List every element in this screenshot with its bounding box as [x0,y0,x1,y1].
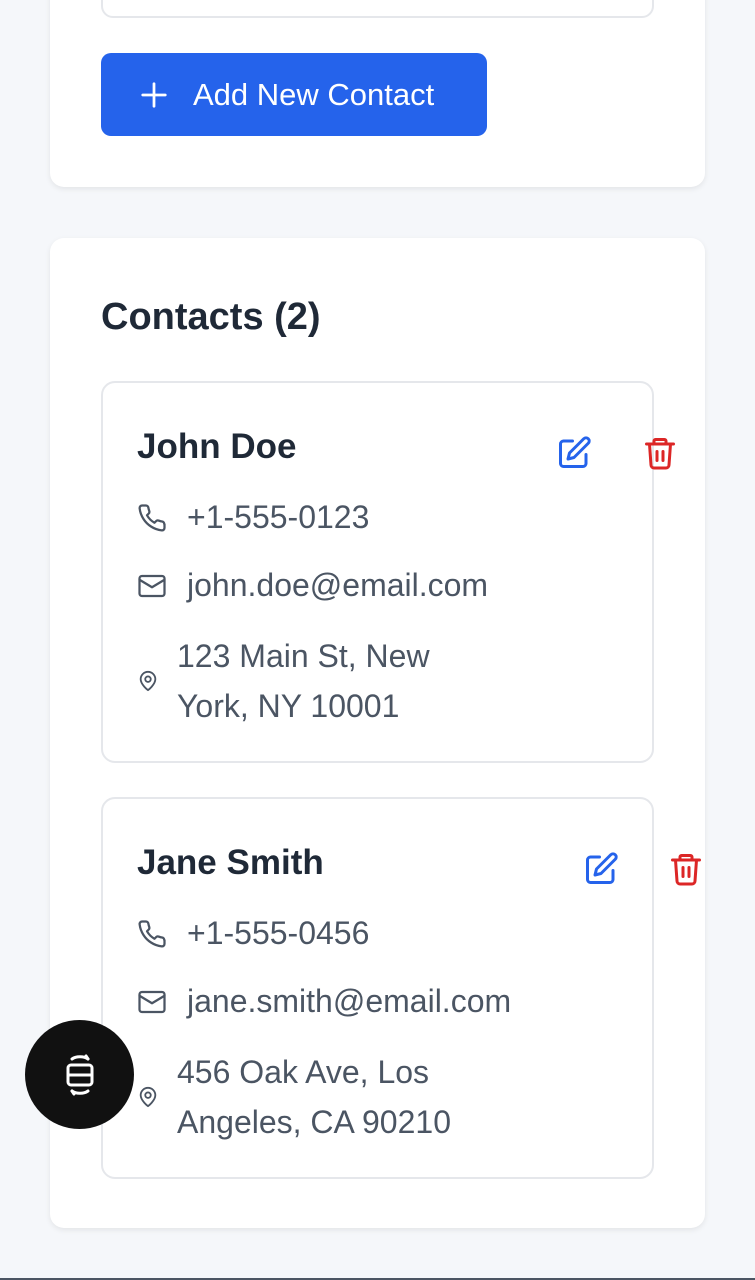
delete-contact-button[interactable] [666,849,706,889]
contacts-list-card: Contacts (2) John Doe +1-555-0123 john.d… [50,238,705,1228]
plus-icon [141,81,167,108]
add-new-contact-label: Add New Contact [193,76,435,112]
edit-icon [586,852,618,884]
map-pin-icon [139,670,157,692]
contact-card: John Doe +1-555-0123 john.doe@email.com … [101,381,675,763]
edit-contact-button[interactable] [554,433,594,473]
contact-address-row: 456 Oak Ave, Los Angeles, CA 90210 [137,1047,477,1147]
contact-card: Jane Smith +1-555-0456 jane.smith@email.… [101,797,701,1179]
contact-email-row: jane.smith@email.com [137,983,511,1020]
map-pin-icon [139,1086,157,1108]
contact-phone-row: +1-555-0456 [137,915,369,952]
contacts-title: Contacts (2) [101,296,321,338]
screen-rotate-icon [66,1054,93,1095]
contact-phone: +1-555-0123 [187,499,370,535]
contact-address: 456 Oak Ave, Los Angeles, CA 90210 [177,1054,451,1140]
contact-name: Jane Smith [137,843,324,882]
contact-name: John Doe [137,427,297,466]
form-input-field[interactable] [101,0,654,18]
contact-phone-row: +1-555-0123 [137,499,369,536]
edit-contact-button[interactable] [581,849,621,889]
trash-icon [645,438,675,470]
screen-rotate-button[interactable] [25,1020,134,1129]
contact-email-row: john.doe@email.com [137,567,488,604]
delete-contact-button[interactable] [640,433,680,473]
add-new-contact-button[interactable]: Add New Contact [101,53,487,136]
contact-address: 123 Main St, New York, NY 10001 [177,638,430,724]
edit-icon [559,436,591,468]
mail-icon [138,574,166,597]
contact-form-card: Add New Contact [50,0,705,187]
mail-icon [138,990,166,1013]
phone-icon [138,503,166,531]
contact-email: jane.smith@email.com [187,983,512,1019]
contact-phone: +1-555-0456 [187,915,370,951]
contact-email: john.doe@email.com [187,567,489,603]
trash-icon [671,854,701,886]
contact-address-row: 123 Main St, New York, NY 10001 [137,631,477,731]
phone-icon [138,919,166,947]
